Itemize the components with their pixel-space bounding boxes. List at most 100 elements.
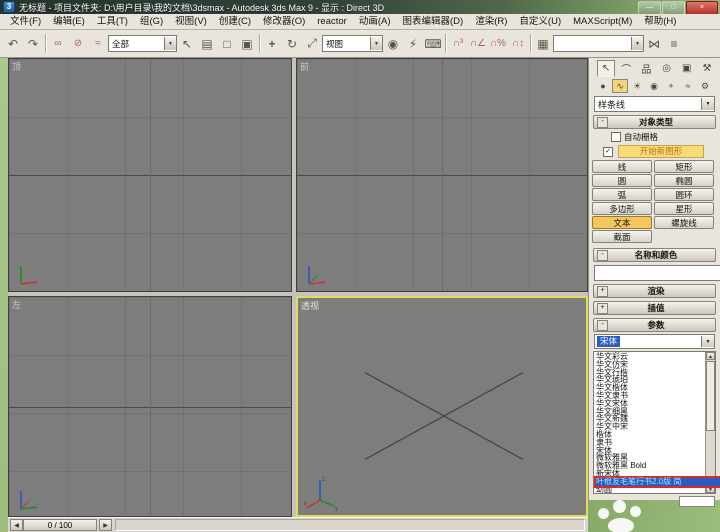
move-icon[interactable]: + xyxy=(262,33,282,54)
viewport-left[interactable]: 左 xyxy=(8,296,292,517)
menu-item[interactable]: 编辑(E) xyxy=(47,14,91,29)
shape-button[interactable]: 文本 xyxy=(592,216,652,229)
list-scrollbar[interactable]: ▲ ▼ xyxy=(705,352,715,493)
use-center-icon[interactable]: ◉ xyxy=(383,33,403,54)
previous-frame-icon[interactable]: ◀ xyxy=(10,519,23,531)
systems-category-icon[interactable]: ⚙ xyxy=(697,79,713,93)
menu-item[interactable]: 帮助(H) xyxy=(638,14,682,29)
keyboard-override-icon[interactable]: ⌨ xyxy=(423,33,443,54)
minimize-button[interactable]: — xyxy=(638,1,661,15)
menu-item[interactable]: 文件(F) xyxy=(4,14,47,29)
rollout-parameters[interactable]: - 参数 xyxy=(593,318,716,332)
close-button[interactable]: × xyxy=(686,1,718,15)
named-selection-dropdown[interactable]: ▼ xyxy=(553,35,644,52)
select-by-name-icon[interactable]: ▤ xyxy=(197,33,217,54)
rollout-rendering[interactable]: + 渲染 xyxy=(593,284,716,298)
menu-item[interactable]: 修改器(O) xyxy=(257,14,311,29)
autogrid-checkbox[interactable] xyxy=(611,132,621,142)
utilities-tab-icon[interactable]: ⚒ xyxy=(698,60,716,77)
viewport-label[interactable]: 透视 xyxy=(301,299,319,312)
shape-button[interactable]: 截面 xyxy=(592,230,652,243)
undo-icon[interactable]: ↶ xyxy=(3,33,23,54)
menu-item[interactable]: 图表编辑器(D) xyxy=(397,14,470,29)
menu-item[interactable]: reactor xyxy=(311,14,353,29)
menu-item[interactable]: 视图(V) xyxy=(169,14,213,29)
angle-snap-icon[interactable]: ∩∠ xyxy=(468,33,488,54)
align-icon[interactable]: ≡ xyxy=(664,33,684,54)
scrollbar-thumb[interactable] xyxy=(706,361,715,431)
rotate-icon[interactable]: ↻ xyxy=(282,33,302,54)
select-and-link-icon[interactable]: ∞ xyxy=(48,33,68,54)
rollout-interpolation[interactable]: + 插值 xyxy=(593,301,716,315)
bind-to-space-warp-icon[interactable]: ≈ xyxy=(88,33,108,54)
font-list-item[interactable]: 华文中宋 xyxy=(596,423,715,431)
edit-named-selections-icon[interactable]: ▦ xyxy=(533,33,553,54)
collapse-icon[interactable]: - xyxy=(597,116,608,128)
percent-snap-icon[interactable]: ∩% xyxy=(488,33,508,54)
menu-item[interactable]: MAXScript(M) xyxy=(567,14,638,29)
viewport-label[interactable]: 前 xyxy=(300,60,309,73)
start-new-shape-checkbox[interactable]: ✓ xyxy=(603,146,613,157)
snap-toggle-3d-icon[interactable]: ∩³ xyxy=(448,33,468,54)
reference-coordinate-dropdown[interactable]: 视图 ▼ xyxy=(322,35,383,52)
spacewarps-category-icon[interactable]: ≈ xyxy=(680,79,696,93)
redo-icon[interactable]: ↷ xyxy=(23,33,43,54)
mirror-icon[interactable]: ⋈ xyxy=(644,33,664,54)
menu-item[interactable]: 创建(C) xyxy=(213,14,257,29)
time-slider-thumb[interactable]: 0 / 100 xyxy=(23,519,97,531)
rollout-object-type[interactable]: - 对象类型 xyxy=(593,115,716,129)
crossing-selection-icon[interactable]: ▣ xyxy=(237,33,257,54)
menu-item[interactable]: 动画(A) xyxy=(353,14,397,29)
maximize-button[interactable]: □ xyxy=(662,1,685,15)
selection-filter-dropdown[interactable]: 全部 ▼ xyxy=(108,35,177,52)
shape-button[interactable]: 椭圆 xyxy=(654,174,714,187)
helpers-category-icon[interactable]: + xyxy=(663,79,679,93)
menu-item[interactable]: 渲染(R) xyxy=(469,14,513,29)
shape-button[interactable]: 星形 xyxy=(654,202,714,215)
chevron-down-icon[interactable]: ▼ xyxy=(370,37,382,50)
display-tab-icon[interactable]: ▣ xyxy=(678,60,696,77)
shape-button[interactable]: 弧 xyxy=(592,188,652,201)
viewport-top[interactable]: 顶 xyxy=(8,58,292,292)
shapes-category-icon[interactable]: ∿ xyxy=(612,79,628,93)
viewport-label[interactable]: 左 xyxy=(12,298,21,311)
cameras-category-icon[interactable]: ◉ xyxy=(646,79,662,93)
shape-button[interactable]: 线 xyxy=(592,160,652,173)
font-list-item[interactable]: 隶书 xyxy=(596,438,715,447)
scroll-up-icon[interactable]: ▲ xyxy=(706,352,715,360)
shape-button[interactable]: 多边形 xyxy=(592,202,652,215)
expand-icon[interactable]: + xyxy=(597,302,608,314)
geometry-category-icon[interactable]: ● xyxy=(595,79,611,93)
modify-tab-icon[interactable]: ⌒ xyxy=(617,60,635,77)
viewport-perspective-active[interactable]: 透视 z x y xyxy=(296,296,588,517)
rectangular-selection-region-icon[interactable]: □ xyxy=(217,33,237,54)
chevron-down-icon[interactable]: ▼ xyxy=(701,336,714,347)
font-list-item[interactable]: 叶根友毛笔行书2.0版 简 xyxy=(596,477,720,486)
shape-button[interactable]: 圆 xyxy=(592,174,652,187)
select-object-icon[interactable]: ↖ xyxy=(177,33,197,54)
font-dropdown[interactable]: 宋体 ▼ xyxy=(594,334,715,349)
viewport-front[interactable]: 前 xyxy=(296,58,588,292)
scroll-down-icon[interactable]: ▼ xyxy=(706,485,715,493)
chevron-down-icon[interactable]: ▼ xyxy=(701,98,714,110)
hierarchy-tab-icon[interactable]: 品 xyxy=(637,60,655,77)
time-slider-track[interactable] xyxy=(115,519,585,531)
shape-button[interactable]: 螺旋线 xyxy=(654,216,714,229)
menu-item[interactable]: 组(G) xyxy=(134,14,169,29)
lights-category-icon[interactable]: ☀ xyxy=(629,79,645,93)
collapse-icon[interactable]: - xyxy=(597,319,608,331)
shape-button[interactable]: 圆环 xyxy=(654,188,714,201)
collapse-icon[interactable]: - xyxy=(597,249,608,261)
font-list-item[interactable]: 幼圆 xyxy=(596,485,715,494)
start-new-shape-button[interactable]: 开始新图形 xyxy=(618,145,704,158)
chevron-down-icon[interactable]: ▼ xyxy=(164,37,176,50)
unlink-selection-icon[interactable]: ⊘ xyxy=(68,33,88,54)
menu-item[interactable]: 自定义(U) xyxy=(513,14,567,29)
create-tab-icon[interactable]: ↖ xyxy=(597,60,616,77)
menu-item[interactable]: 工具(T) xyxy=(91,14,134,29)
next-frame-icon[interactable]: ▶ xyxy=(99,519,112,531)
scale-icon[interactable]: ⤢ xyxy=(302,33,322,54)
shape-category-dropdown[interactable]: 样条线 ▼ xyxy=(594,96,715,112)
object-name-input[interactable] xyxy=(594,265,720,281)
rollout-name-color[interactable]: - 名称和颜色 xyxy=(593,248,716,262)
